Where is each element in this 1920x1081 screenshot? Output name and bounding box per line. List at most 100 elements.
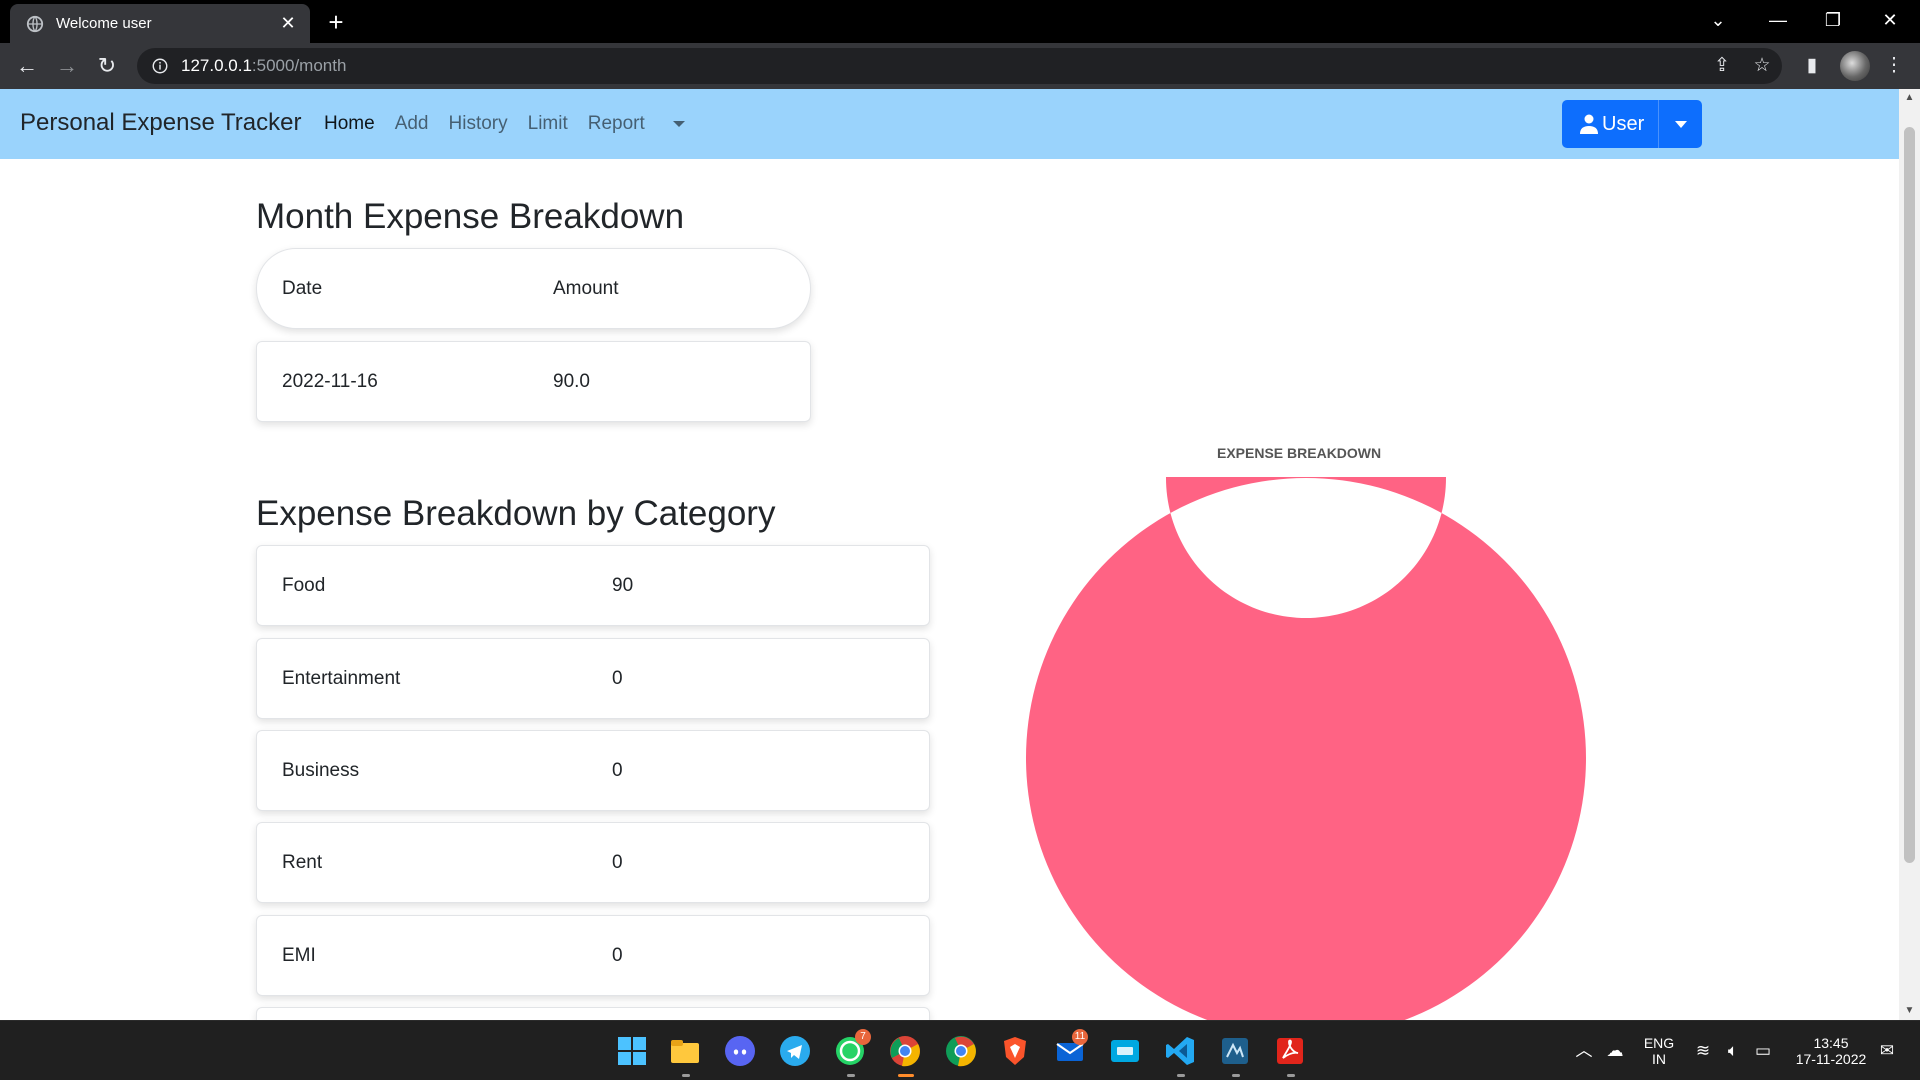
back-icon[interactable]: ← (12, 51, 42, 81)
category-amount: 0 (612, 944, 623, 966)
month-table-row: 2022-11-16 90.0 (256, 341, 811, 422)
chevron-up-icon[interactable]: ︿ (1573, 1041, 1595, 1061)
scroll-down-icon[interactable]: ▼ (1899, 1002, 1920, 1020)
menu-kebab-icon[interactable]: ⋮ (1882, 54, 1906, 78)
url-host: 127.0.0.1 (181, 56, 252, 75)
volume-icon[interactable]: 🔈︎ (1722, 1041, 1744, 1061)
running-indicator (1287, 1074, 1295, 1077)
category-amount: 90 (612, 574, 634, 596)
category-amount: 0 (612, 667, 623, 689)
reload-icon[interactable]: ↻ (92, 51, 122, 81)
forward-icon[interactable]: → (52, 51, 82, 81)
sql-client-icon[interactable] (1219, 1035, 1251, 1067)
globe-icon (26, 15, 44, 32)
running-indicator (682, 1074, 690, 1077)
category-breakdown-title: Expense Breakdown by Category (256, 494, 776, 533)
pdf-reader-icon[interactable] (1274, 1035, 1306, 1067)
chevron-down-icon (672, 120, 685, 127)
clock-date: 17-11-2022 (1795, 1051, 1867, 1067)
user-dropdown-button[interactable]: User (1562, 100, 1703, 148)
windows-taskbar: 7 11 ︿ ☁ ENG IN ≋ 🔈︎ ▭ 13:45 17-11-2022 … (0, 1020, 1920, 1080)
brand[interactable]: Personal Expense Tracker (20, 109, 301, 137)
running-indicator (1177, 1074, 1185, 1077)
lang-bottom: IN (1652, 1051, 1666, 1067)
tab-title: Welcome user (56, 15, 152, 32)
browser-tab[interactable]: Welcome user ✕ (10, 4, 310, 43)
month-breakdown-title: Month Expense Breakdown (256, 197, 685, 236)
side-panel-icon[interactable]: ▮ (1800, 54, 1824, 78)
category-name: Entertainment (282, 667, 401, 689)
category-name: EMI (282, 944, 316, 966)
chart-title: EXPENSE BREAKDOWN (1217, 445, 1382, 461)
category-row-partial (256, 1007, 930, 1020)
chrome-profile-icon[interactable] (945, 1035, 977, 1067)
page-scrollbar[interactable]: ▲ ▼ (1899, 89, 1920, 1020)
page-viewport: Personal Expense Tracker Home Add Histor… (0, 89, 1899, 1020)
new-tab-button[interactable]: + (322, 8, 350, 36)
row-amount: 90.0 (553, 370, 590, 392)
close-window-button[interactable]: ✕ (1862, 0, 1918, 40)
clock-time: 13:45 (1813, 1035, 1849, 1051)
file-explorer-icon[interactable] (669, 1035, 701, 1067)
category-row-rent: Rent 0 (256, 822, 930, 903)
bookmark-star-icon[interactable]: ☆ (1750, 54, 1774, 78)
mail-badge: 11 (1072, 1029, 1088, 1045)
vscode-icon[interactable] (1164, 1035, 1196, 1067)
caret-down-icon (1674, 120, 1687, 128)
month-table-header: Date Amount (256, 248, 811, 329)
running-indicator (1232, 1074, 1240, 1077)
tab-search-icon[interactable]: ⌄ (1690, 0, 1746, 40)
category-name: Rent (282, 851, 323, 873)
category-row-food: Food 90 (256, 545, 930, 626)
wifi-icon[interactable]: ≋ (1692, 1041, 1714, 1061)
nav-add[interactable]: Add (395, 113, 429, 135)
battery-icon[interactable]: ▭ (1752, 1041, 1774, 1061)
category-row-emi: EMI 0 (256, 915, 930, 996)
restore-button[interactable]: ❐ (1805, 0, 1861, 40)
brave-icon[interactable] (999, 1035, 1031, 1067)
chrome-icon[interactable] (889, 1035, 921, 1067)
url-path: :5000/month (251, 56, 347, 75)
language-indicator[interactable]: ENG IN (1636, 1021, 1682, 1081)
info-icon[interactable] (151, 57, 169, 75)
app-navbar: Personal Expense Tracker Home Add Histor… (0, 89, 1899, 159)
scroll-up-icon[interactable]: ▲ (1899, 89, 1920, 107)
nav-home[interactable]: Home (324, 113, 375, 135)
whatsapp-badge: 7 (855, 1029, 871, 1045)
header-date: Date (282, 277, 323, 299)
expense-donut-chart (1026, 477, 1586, 1020)
nav-report[interactable]: Report (588, 113, 685, 135)
browser-toolbar: ← → ↻ 127.0.0.1:5000/month ⇪ ☆ ▮ ⋮ (0, 43, 1920, 89)
user-button[interactable]: User (1562, 100, 1658, 148)
category-row-business: Business 0 (256, 730, 930, 811)
category-name: Food (282, 574, 326, 596)
clock[interactable]: 13:45 17-11-2022 (1786, 1021, 1876, 1081)
user-dropdown-toggle[interactable] (1658, 100, 1702, 148)
header-amount: Amount (553, 277, 619, 299)
windows-start-icon[interactable] (616, 1035, 648, 1067)
user-button-label: User (1602, 112, 1645, 135)
close-tab-icon[interactable]: ✕ (278, 13, 298, 33)
notification-icon[interactable]: ✉ (1876, 1041, 1898, 1061)
category-row-entertainment: Entertainment 0 (256, 638, 930, 719)
lang-top: ENG (1643, 1035, 1675, 1051)
browser-tab-strip: Welcome user ✕ + ⌄ — ❐ ✕ (0, 0, 1920, 43)
row-date: 2022-11-16 (282, 370, 378, 392)
category-amount: 0 (612, 851, 623, 873)
minimize-button[interactable]: — (1750, 0, 1806, 40)
category-amount: 0 (612, 759, 623, 781)
address-bar[interactable]: 127.0.0.1:5000/month (137, 48, 1782, 84)
nav-history[interactable]: History (449, 113, 508, 135)
category-name: Business (282, 759, 360, 781)
nav-limit[interactable]: Limit (528, 113, 568, 135)
onedrive-icon[interactable]: ☁ (1604, 1041, 1626, 1061)
prime-video-icon[interactable] (1109, 1035, 1141, 1067)
share-icon[interactable]: ⇪ (1710, 54, 1734, 78)
telegram-icon[interactable] (779, 1035, 811, 1067)
nav-links: Home Add History Limit Report (324, 113, 705, 135)
active-indicator (898, 1074, 914, 1077)
profile-avatar[interactable] (1840, 51, 1870, 81)
scrollbar-thumb[interactable] (1904, 127, 1915, 863)
discord-icon[interactable] (724, 1035, 756, 1067)
user-icon (1580, 114, 1598, 134)
